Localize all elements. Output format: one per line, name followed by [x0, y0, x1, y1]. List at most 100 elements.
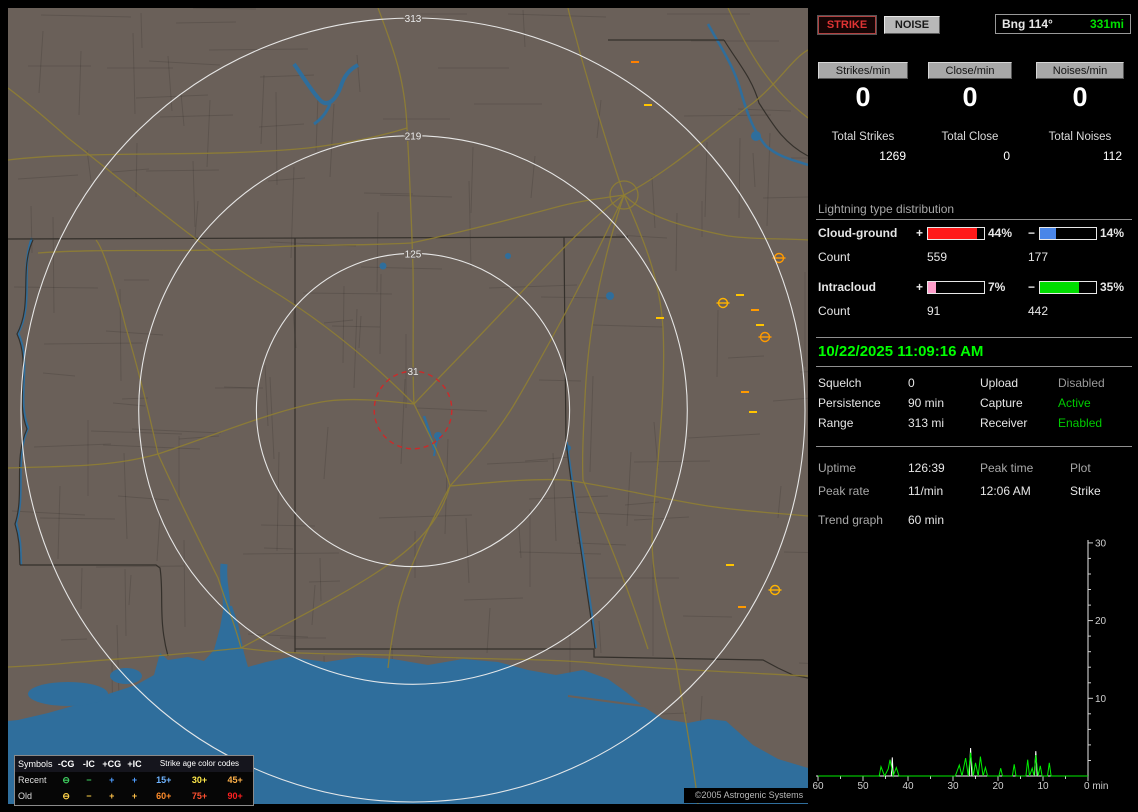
receiver-status: Enabled: [1058, 416, 1102, 430]
trend-graph-label: Trend graph: [818, 513, 883, 527]
persistence-value: 90 min: [908, 396, 944, 410]
legend-old-row: Old ⊖ − + + 60+ 75+ 90+: [15, 788, 253, 804]
squelch-label: Squelch: [818, 376, 861, 390]
datetime-display: 10/22/2025 11:09:16 AM: [818, 343, 983, 360]
age-30: 30+: [182, 772, 218, 788]
age-15: 15+: [146, 772, 182, 788]
old-pos-cg-icon: +: [100, 788, 123, 804]
squelch-value: 0: [908, 376, 915, 390]
total-strikes-value: 1269: [818, 149, 906, 163]
uptime-label: Uptime: [818, 461, 856, 475]
ic-negative-bar: [1039, 281, 1097, 294]
svg-text:10: 10: [1095, 694, 1107, 705]
cg-negative-bar: [1039, 227, 1097, 240]
svg-text:125: 125: [405, 249, 422, 260]
cg-count-label: Count: [818, 250, 850, 264]
noises-per-min-value: 0: [1036, 82, 1124, 114]
lightning-map[interactable]: 313 219 125 31 Symbols -CG -IC +CG +IC Stri…: [8, 8, 808, 804]
peak-time-label: Peak time: [980, 461, 1033, 475]
ic-count-label: Count: [818, 304, 850, 318]
svg-text:50: 50: [857, 781, 869, 792]
age-75: 75+: [182, 788, 218, 804]
age-60: 60+: [146, 788, 182, 804]
age-90: 90+: [217, 788, 253, 804]
old-neg-cg-icon: ⊖: [55, 788, 78, 804]
bearing-value: Bng 114°: [1002, 17, 1053, 31]
strike-button[interactable]: STRIKE: [818, 16, 876, 34]
ic-negative-count: 442: [1028, 304, 1048, 318]
total-close-value: 0: [928, 149, 1010, 163]
trend-axes: [816, 540, 1088, 776]
ic-positive-bar: [927, 281, 985, 294]
old-pos-ic-icon: +: [123, 788, 146, 804]
total-strikes-label: Total Strikes: [818, 131, 908, 143]
age-45: 45+: [217, 772, 253, 788]
trend-ticks: [818, 543, 1093, 781]
trend-graph: 1020306050403020100 min: [812, 530, 1138, 812]
divider: [816, 366, 1132, 367]
total-noises-label: Total Noises: [1036, 131, 1124, 143]
legend-recent-label: Recent: [15, 772, 55, 788]
trend-window-value: 60 min: [908, 513, 944, 527]
cg-negative-pct: 14%: [1100, 226, 1124, 240]
trend-axis-labels: 1020306050403020100 min: [812, 538, 1108, 792]
svg-text:0 min: 0 min: [1084, 781, 1108, 792]
receiver-label: Receiver: [980, 416, 1027, 430]
legend-col-neg-ic: -IC: [78, 756, 101, 772]
svg-text:313: 313: [405, 14, 422, 25]
cg-positive-pct: 44%: [988, 226, 1012, 240]
strikes-per-min-button[interactable]: Strikes/min: [818, 62, 908, 79]
cg-plus-sign: +: [916, 226, 923, 240]
upload-label: Upload: [980, 376, 1018, 390]
map-canvas: 313 219 125 31: [8, 8, 808, 804]
plot-label: Plot: [1070, 461, 1091, 475]
plot-value: Strike: [1070, 484, 1101, 498]
divider: [816, 337, 1132, 338]
recent-neg-cg-icon: ⊖: [55, 772, 78, 788]
ic-plus-sign: +: [916, 280, 923, 294]
total-close-label: Total Close: [928, 131, 1012, 143]
peak-rate-value: 11/min: [908, 484, 943, 498]
persistence-label: Persistence: [818, 396, 881, 410]
bearing-display: Bng 114° 331mi: [995, 14, 1131, 34]
legend-symbols-header: Symbols: [15, 756, 55, 772]
status-panel: STRIKE NOISE Bng 114° 331mi Strikes/min …: [812, 0, 1138, 812]
svg-text:31: 31: [407, 367, 419, 378]
capture-status: Active: [1058, 396, 1091, 410]
ic-positive-count: 91: [927, 304, 940, 318]
noise-button[interactable]: NOISE: [884, 16, 940, 34]
close-per-min-value: 0: [928, 82, 1012, 114]
trend-plot-series: [818, 748, 1088, 776]
svg-text:40: 40: [902, 781, 914, 792]
svg-text:20: 20: [992, 781, 1004, 792]
peak-time-value: 12:06 AM: [980, 484, 1031, 498]
divider: [816, 446, 1132, 447]
legend-col-pos-cg: +CG: [100, 756, 123, 772]
old-neg-ic-icon: −: [78, 788, 101, 804]
divider: [816, 219, 1132, 220]
legend-recent-row: Recent ⊖ − + + 15+ 30+ 45+: [15, 772, 253, 788]
uptime-value: 126:39: [908, 461, 945, 475]
distribution-title: Lightning type distribution: [818, 202, 954, 216]
svg-text:60: 60: [812, 781, 824, 792]
total-noises-value: 112: [1036, 149, 1122, 163]
legend-col-pos-ic: +IC: [123, 756, 146, 772]
peak-rate-label: Peak rate: [818, 484, 869, 498]
cg-minus-sign: −: [1028, 226, 1035, 240]
close-per-min-button[interactable]: Close/min: [928, 62, 1012, 79]
ic-minus-sign: −: [1028, 280, 1035, 294]
noises-per-min-button[interactable]: Noises/min: [1036, 62, 1124, 79]
svg-text:10: 10: [1037, 781, 1049, 792]
range-label: Range: [818, 416, 853, 430]
svg-text:219: 219: [405, 132, 422, 143]
copyright-notice: ©2005 Astrogenic Systems: [684, 788, 814, 803]
svg-text:20: 20: [1095, 616, 1107, 627]
bearing-range: 331mi: [1090, 17, 1124, 31]
ic-negative-pct: 35%: [1100, 280, 1124, 294]
map-legend: Symbols -CG -IC +CG +IC Strike age color…: [14, 755, 254, 806]
cg-positive-bar: [927, 227, 985, 240]
strikes-per-min-value: 0: [818, 82, 908, 114]
legend-col-neg-cg: -CG: [55, 756, 78, 772]
legend-old-label: Old: [15, 788, 55, 804]
svg-text:30: 30: [947, 781, 959, 792]
